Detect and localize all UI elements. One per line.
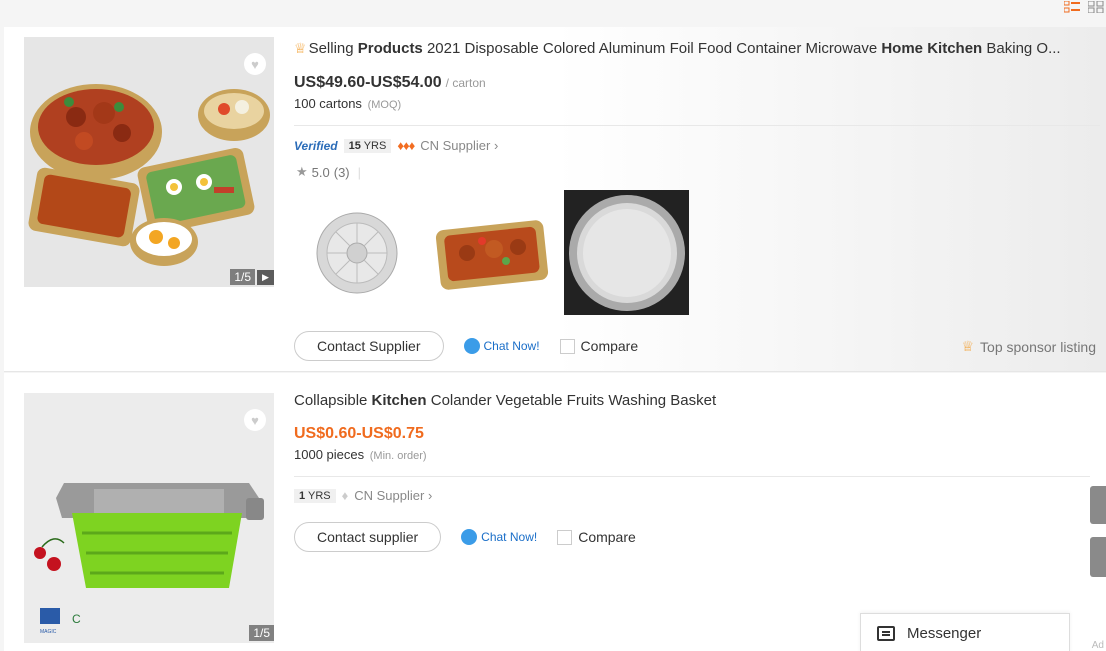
product-title[interactable]: Collapsible Kitchen Colander Vegetable F… — [294, 392, 1074, 409]
contact-supplier-button[interactable]: Contact Supplier — [294, 331, 444, 361]
crown-icon: ♕ — [961, 338, 975, 354]
product-card: MAGIC C ♥ 1/5 Collapsible Kitchen Coland… — [4, 373, 1106, 651]
price-unit: / carton — [445, 76, 486, 90]
round-plate-image — [568, 194, 685, 311]
svg-text:C: C — [72, 612, 81, 626]
supplier-country[interactable]: CN Supplier › — [354, 488, 432, 503]
messenger-label: Messenger — [907, 625, 982, 642]
years-value: 15 — [348, 139, 361, 152]
price-range: US$49.60-US$54.00 — [294, 74, 442, 91]
product-price: US$0.60-US$0.75 — [294, 425, 424, 443]
product-actions: Contact supplier Chat Now! Compare — [294, 522, 636, 552]
years-unit: YRS — [363, 139, 387, 152]
moq-label: (Min. order) — [369, 450, 427, 462]
image-gallery — [294, 190, 689, 315]
moq-value: 100 cartons — [294, 96, 362, 111]
rating: ★ 5.0 (3) | — [296, 164, 361, 180]
chat-now-label: Chat Now! — [481, 530, 538, 544]
supplier-country-label: CN Supplier — [420, 138, 491, 153]
title-keyword: Kitchen — [371, 392, 427, 409]
side-tab[interactable] — [1090, 486, 1106, 524]
colander-image: MAGIC C — [24, 393, 274, 643]
supplier-info: Verified 15 YRS ♦♦♦ CN Supplier › — [294, 138, 498, 153]
years-unit: YRS — [307, 489, 331, 502]
chevron-right-icon: › — [427, 488, 433, 503]
play-video-icon[interactable]: ▶ — [257, 269, 274, 285]
gallery-thumb[interactable] — [564, 190, 689, 315]
title-text: Selling — [308, 40, 358, 57]
round-tray-image — [316, 212, 397, 293]
gallery-thumb[interactable] — [294, 190, 419, 315]
years-badge: 1 YRS — [294, 488, 336, 503]
heart-icon[interactable]: ♥ — [244, 409, 266, 431]
title-keyword: Kitchen — [927, 40, 983, 57]
image-count: 1/5 — [249, 625, 274, 641]
food-tray-image — [435, 219, 548, 290]
product-card: ♥ 1/5 ▶ ♕ Selling Products 2021 Disposabl… — [4, 27, 1106, 372]
side-tab[interactable] — [1090, 537, 1106, 577]
price-range: US$0.60-US$0.75 — [294, 425, 424, 442]
message-icon — [877, 626, 895, 641]
diamond-icon: ♦ — [341, 488, 349, 503]
supplier-info: 1 YRS ♦ CN Supplier › — [294, 488, 432, 503]
divider — [294, 476, 1090, 477]
compare-checkbox[interactable]: Compare — [559, 338, 639, 354]
title-keyword: Home — [881, 40, 924, 57]
sponsor-label: Top sponsor listing — [980, 338, 1096, 355]
heart-icon[interactable]: ♥ — [244, 53, 266, 75]
verified-badge[interactable]: Verified — [294, 139, 338, 153]
product-image[interactable]: MAGIC C ♥ 1/5 — [24, 393, 274, 643]
moq-value: 1000 pieces — [294, 447, 365, 462]
title-text: Baking O... — [982, 40, 1061, 57]
ad-label: Ad — [1091, 640, 1104, 651]
min-order: 1000 pieces (Min. order) — [294, 447, 427, 462]
chat-now-link[interactable]: Chat Now! — [461, 529, 537, 545]
compare-checkbox[interactable]: Compare — [557, 529, 636, 545]
star-icon: ★ — [296, 164, 308, 179]
chat-now-link[interactable]: Chat Now! — [463, 338, 540, 354]
years-value: 1 — [299, 489, 306, 502]
product-actions: Contact Supplier Chat Now! Compare — [294, 331, 638, 361]
separator: | — [357, 164, 362, 180]
product-price: US$49.60-US$54.00/ carton — [294, 74, 486, 92]
list-view-icon[interactable] — [1063, 0, 1080, 13]
diamond-rating-icon: ♦♦♦ — [397, 138, 415, 153]
image-counter: 1/5 — [249, 625, 274, 641]
grid-view-icon[interactable] — [1087, 0, 1104, 14]
title-text: Colander Vegetable Fruits Washing Basket — [426, 392, 717, 409]
min-order: 100 cartons (MOQ) — [294, 96, 401, 111]
title-keyword: Products — [357, 40, 423, 57]
compare-label: Compare — [580, 338, 639, 354]
compare-label: Compare — [578, 529, 636, 545]
view-toggle — [1063, 0, 1106, 14]
product-title[interactable]: ♕ Selling Products 2021 Disposable Colore… — [294, 40, 1102, 57]
chat-bubble-icon — [463, 338, 480, 354]
contact-supplier-button[interactable]: Contact supplier — [294, 522, 442, 552]
top-sponsor-listing: ♕ Top sponsor listing — [961, 338, 1096, 355]
svg-text:MAGIC: MAGIC — [40, 629, 57, 635]
supplier-country-label: CN Supplier — [354, 488, 425, 503]
moq-label: (MOQ) — [367, 99, 402, 111]
messenger-button[interactable]: Messenger — [860, 613, 1070, 651]
product-image[interactable]: ♥ 1/5 ▶ — [24, 37, 274, 287]
food-containers-image — [24, 37, 274, 287]
title-text: Collapsible — [294, 392, 372, 409]
chat-bubble-icon — [461, 529, 478, 545]
supplier-country[interactable]: CN Supplier › — [420, 138, 498, 153]
divider — [294, 125, 1100, 126]
crown-icon: ♕ — [294, 40, 307, 56]
years-badge: 15 YRS — [343, 138, 392, 153]
review-count[interactable]: (3) — [334, 165, 350, 180]
image-count: 1/5 — [230, 269, 255, 285]
gallery-thumb[interactable] — [429, 190, 554, 315]
title-text: 2021 Disposable Colored Aluminum Foil Fo… — [422, 40, 882, 57]
checkbox-icon[interactable] — [557, 529, 573, 545]
rating-value: 5.0 — [311, 164, 330, 180]
chevron-right-icon: › — [493, 138, 499, 153]
chat-now-label: Chat Now! — [483, 339, 540, 353]
verified-text: Verified — [294, 138, 338, 153]
checkbox-icon[interactable] — [559, 338, 575, 354]
image-counter: 1/5 ▶ — [230, 269, 274, 285]
